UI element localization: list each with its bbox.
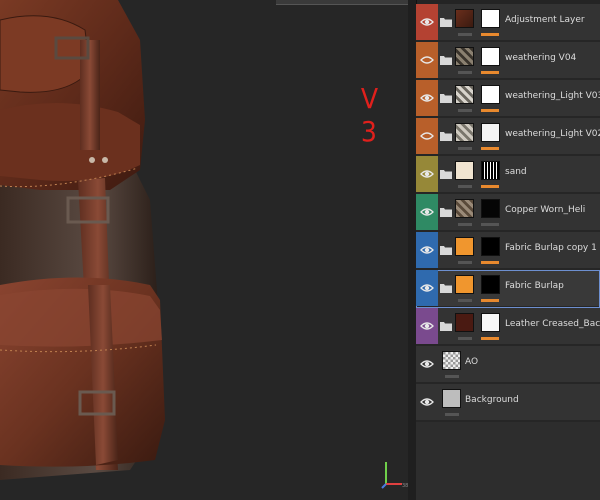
layer-row[interactable]: Leather Creased_Backpack bbox=[416, 308, 600, 346]
eye-icon[interactable] bbox=[420, 244, 434, 256]
layer-thumbnail[interactable] bbox=[455, 123, 474, 142]
3d-viewport[interactable]: V 3 38 bbox=[0, 0, 416, 500]
layer-row[interactable]: Fabric Burlap bbox=[416, 270, 600, 308]
layers-panel-empty-area bbox=[416, 420, 600, 500]
layer-name: sand bbox=[505, 167, 527, 177]
folder-icon[interactable] bbox=[440, 131, 452, 141]
layer-mask-thumbnail[interactable] bbox=[481, 275, 500, 294]
eye-icon[interactable] bbox=[420, 282, 434, 294]
layer-mask-thumbnail[interactable] bbox=[481, 85, 500, 104]
eye-icon[interactable] bbox=[420, 16, 434, 28]
layer-row[interactable]: Background bbox=[416, 384, 600, 422]
layer-mask-thumbnail[interactable] bbox=[481, 161, 500, 180]
layer-name: weathering_Light V03 bbox=[505, 91, 600, 101]
layer-name: Fabric Burlap bbox=[505, 281, 564, 291]
layer-name: Adjustment Layer bbox=[505, 15, 585, 25]
thumbnail-underline bbox=[458, 261, 472, 264]
folder-icon[interactable] bbox=[440, 55, 452, 65]
eye-icon[interactable] bbox=[420, 358, 434, 370]
layer-thumbnail[interactable] bbox=[442, 351, 461, 370]
folder-icon[interactable] bbox=[440, 207, 452, 217]
eye-icon[interactable] bbox=[420, 206, 434, 218]
eye-icon[interactable] bbox=[420, 396, 434, 408]
mask-underline bbox=[481, 337, 499, 340]
layer-thumbnail[interactable] bbox=[442, 389, 461, 408]
thumbnail-underline bbox=[445, 413, 459, 416]
layer-name: Background bbox=[465, 395, 519, 405]
layer-name: Copper Worn_Heli bbox=[505, 205, 586, 215]
thumbnail-underline bbox=[458, 147, 472, 150]
thumbnail-underline bbox=[458, 109, 472, 112]
backpack-render bbox=[0, 0, 165, 480]
layer-row[interactable]: weathering_Light V03 bbox=[416, 80, 600, 118]
folder-icon[interactable] bbox=[440, 321, 452, 331]
toolbar-strip bbox=[276, 0, 408, 5]
layer-thumbnail[interactable] bbox=[455, 9, 474, 28]
thumbnail-underline bbox=[458, 299, 472, 302]
mask-underline bbox=[481, 261, 499, 264]
layer-row[interactable]: weathering V04 bbox=[416, 42, 600, 80]
layer-mask-thumbnail[interactable] bbox=[481, 237, 500, 256]
mask-underline bbox=[481, 185, 499, 188]
thumbnail-underline bbox=[458, 33, 472, 36]
layer-row[interactable]: weathering_Light V02 bbox=[416, 118, 600, 156]
eye-hidden-icon[interactable] bbox=[420, 54, 434, 66]
layer-row[interactable]: Adjustment Layer bbox=[416, 4, 600, 42]
layer-thumbnail[interactable] bbox=[455, 237, 474, 256]
layer-row[interactable]: Copper Worn_Heli bbox=[416, 194, 600, 232]
layer-name: AO bbox=[465, 357, 479, 367]
axis-gizmo-icon: 38 bbox=[381, 462, 408, 489]
thumbnail-underline bbox=[458, 185, 472, 188]
layer-thumbnail[interactable] bbox=[455, 313, 474, 332]
layer-row[interactable]: sand bbox=[416, 156, 600, 194]
folder-icon[interactable] bbox=[440, 17, 452, 27]
layer-mask-thumbnail[interactable] bbox=[481, 47, 500, 66]
folder-icon[interactable] bbox=[440, 93, 452, 103]
eye-icon[interactable] bbox=[420, 168, 434, 180]
thumbnail-underline bbox=[458, 337, 472, 340]
mask-underline bbox=[481, 109, 499, 112]
thumbnail-underline bbox=[458, 223, 472, 226]
folder-icon[interactable] bbox=[440, 283, 452, 293]
layer-thumbnail[interactable] bbox=[455, 275, 474, 294]
layer-thumbnail[interactable] bbox=[455, 161, 474, 180]
thumbnail-underline bbox=[445, 375, 459, 378]
layer-thumbnail[interactable] bbox=[455, 199, 474, 218]
layers-panel: Adjustment Layer weathering V04 weathering… bbox=[416, 4, 600, 500]
mask-underline bbox=[481, 71, 499, 74]
eye-icon[interactable] bbox=[420, 320, 434, 332]
layer-name: Leather Creased_Backpack bbox=[505, 319, 600, 329]
eye-icon[interactable] bbox=[420, 92, 434, 104]
layer-mask-thumbnail[interactable] bbox=[481, 199, 500, 218]
layer-name: weathering V04 bbox=[505, 53, 577, 63]
folder-icon[interactable] bbox=[440, 245, 452, 255]
mask-underline bbox=[481, 33, 499, 36]
layer-row[interactable]: AO bbox=[416, 346, 600, 384]
eye-hidden-icon[interactable] bbox=[420, 130, 434, 142]
layer-row[interactable]: Fabric Burlap copy 1 bbox=[416, 232, 600, 270]
mask-underline bbox=[481, 223, 499, 226]
thumbnail-underline bbox=[458, 71, 472, 74]
layer-name: Fabric Burlap copy 1 bbox=[505, 243, 597, 253]
version-annotation: V 3 bbox=[360, 82, 385, 148]
mask-underline bbox=[481, 299, 499, 302]
layer-mask-thumbnail[interactable] bbox=[481, 9, 500, 28]
layer-thumbnail[interactable] bbox=[455, 85, 474, 104]
layer-thumbnail[interactable] bbox=[455, 47, 474, 66]
mask-underline bbox=[481, 147, 499, 150]
layer-mask-thumbnail[interactable] bbox=[481, 313, 500, 332]
layer-mask-thumbnail[interactable] bbox=[481, 123, 500, 142]
layer-name: weathering_Light V02 bbox=[505, 129, 600, 139]
folder-icon[interactable] bbox=[440, 169, 452, 179]
